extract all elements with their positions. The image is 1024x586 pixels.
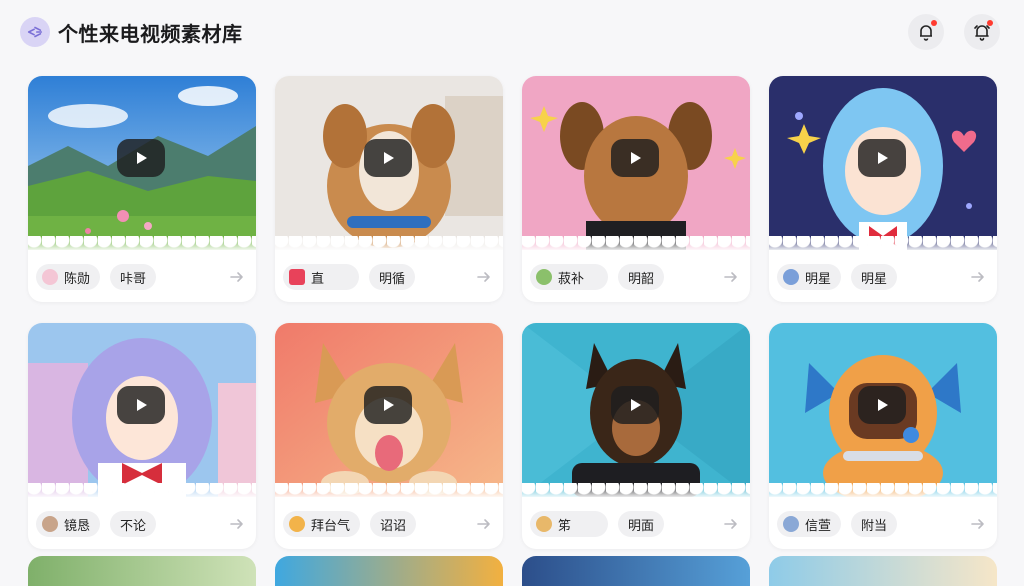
play-button[interactable] — [611, 139, 659, 177]
play-button[interactable] — [611, 386, 659, 424]
tag-chip[interactable]: 明循 — [369, 264, 416, 290]
tag-chip[interactable]: 明面 — [618, 511, 665, 537]
tag-label: 诏诏 — [380, 518, 407, 534]
play-button[interactable] — [117, 386, 165, 424]
play-icon — [137, 152, 147, 164]
heart-icon — [289, 269, 305, 285]
alarm-button[interactable] — [964, 14, 1000, 50]
play-button[interactable] — [858, 139, 906, 177]
avatar — [289, 516, 305, 532]
video-card[interactable]: 明星 明星 — [769, 76, 997, 302]
play-button[interactable] — [117, 139, 165, 177]
avatar — [42, 516, 58, 532]
video-card[interactable]: 拜台气 诏诏 — [275, 323, 503, 549]
tag-label: 菽补 — [558, 271, 585, 287]
tag-chip[interactable]: 镜恳 — [36, 511, 101, 537]
forward-arrow-icon[interactable] — [228, 268, 246, 286]
tag-label: 陈勋 — [64, 271, 91, 287]
play-icon — [631, 152, 641, 164]
tag-label: 直 — [311, 271, 325, 287]
tag-chip[interactable]: 明星 — [851, 264, 898, 290]
forward-arrow-icon[interactable] — [722, 268, 740, 286]
tag-label: 明星 — [861, 271, 888, 287]
forward-arrow-icon[interactable] — [969, 268, 987, 286]
play-icon — [384, 399, 394, 411]
play-button[interactable] — [364, 386, 412, 424]
play-icon — [878, 399, 888, 411]
avatar — [536, 269, 552, 285]
tag-chip[interactable]: 咔哥 — [110, 264, 157, 290]
tag-label: 镜恳 — [64, 518, 91, 534]
video-card[interactable]: 陈勋 咔哥 — [28, 76, 256, 302]
tag-label: 不论 — [120, 518, 147, 534]
tag-label: 明循 — [379, 271, 406, 287]
tag-chip[interactable]: 笫 — [530, 511, 608, 537]
forward-arrow-icon[interactable] — [722, 515, 740, 533]
tag-chip[interactable]: 陈勋 — [36, 264, 101, 290]
video-card[interactable]: 镜恳 不论 — [28, 323, 256, 549]
play-button[interactable] — [364, 139, 412, 177]
tag-chip[interactable]: 信萱 — [777, 511, 842, 537]
video-card[interactable]: 直 明循 — [275, 76, 503, 302]
page-title: 个性来电视频素材库 — [58, 22, 243, 46]
forward-arrow-icon[interactable] — [969, 515, 987, 533]
tag-chip[interactable]: 不论 — [110, 511, 157, 537]
app-header: 个性来电视频素材库 — [0, 0, 1024, 64]
tag-chip[interactable]: 明韶 — [618, 264, 665, 290]
video-card[interactable]: 信萱 附当 — [769, 323, 997, 549]
forward-arrow-icon[interactable] — [475, 515, 493, 533]
tag-chip[interactable]: 拜台气 — [283, 511, 361, 537]
avatar — [783, 269, 799, 285]
video-card-partial[interactable] — [275, 556, 503, 586]
play-icon — [878, 152, 888, 164]
tag-chip[interactable]: 明星 — [777, 264, 842, 290]
tag-label: 明面 — [628, 518, 655, 534]
play-button[interactable] — [858, 386, 906, 424]
forward-arrow-icon[interactable] — [475, 268, 493, 286]
avatar — [783, 516, 799, 532]
avatar — [42, 269, 58, 285]
alarm-badge — [987, 20, 993, 26]
tag-chip[interactable]: 诏诏 — [370, 511, 417, 537]
tag-label: 明星 — [805, 271, 832, 287]
play-icon — [137, 399, 147, 411]
sparkle-icon — [27, 26, 43, 38]
tag-label: 拜台气 — [311, 518, 351, 534]
video-card[interactable]: 笫 明面 — [522, 323, 750, 549]
tag-label: 笫 — [558, 518, 572, 534]
tag-label: 信萱 — [805, 518, 832, 534]
tag-label: 明韶 — [628, 271, 655, 287]
tag-label: 附当 — [861, 518, 888, 534]
tag-chip[interactable]: 直 — [283, 264, 359, 290]
video-card-partial[interactable] — [769, 556, 997, 586]
tag-chip[interactable]: 菽补 — [530, 264, 608, 290]
tag-chip[interactable]: 附当 — [851, 511, 898, 537]
video-card[interactable]: 菽补 明韶 — [522, 76, 750, 302]
play-icon — [631, 399, 641, 411]
notification-badge — [931, 20, 937, 26]
video-card-partial[interactable] — [28, 556, 256, 586]
notification-button[interactable] — [908, 14, 944, 50]
avatar — [536, 516, 552, 532]
forward-arrow-icon[interactable] — [228, 515, 246, 533]
play-icon — [384, 152, 394, 164]
app-logo — [20, 17, 50, 47]
video-card-partial[interactable] — [522, 556, 750, 586]
tag-label: 咔哥 — [120, 271, 147, 287]
